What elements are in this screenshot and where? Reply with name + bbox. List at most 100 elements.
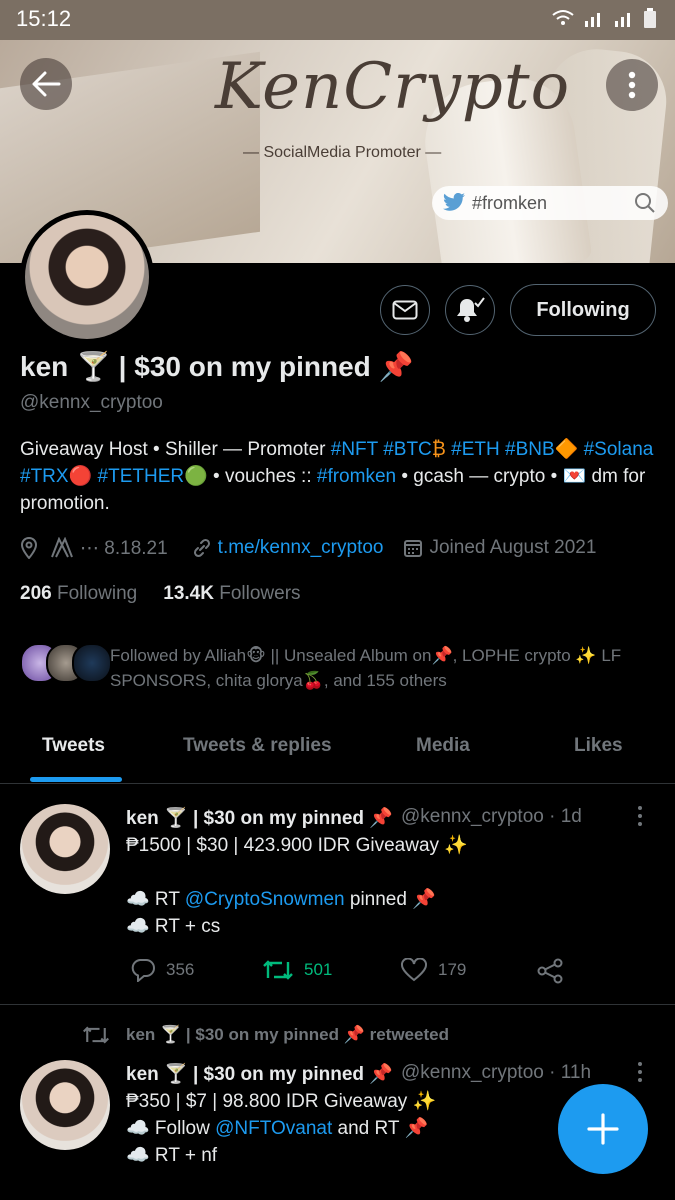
bell-check-icon	[457, 297, 485, 322]
profile-tabs: Tweets Tweets & replies Media Likes	[0, 715, 675, 784]
banner-subtitle: — SocialMedia Promoter —	[243, 144, 442, 161]
signal-icon-2	[615, 13, 630, 27]
reply-button[interactable]: 356	[130, 958, 194, 982]
follow-counts: 206 Following 13.4K Followers	[20, 583, 301, 605]
tweet-avatar[interactable]	[20, 1060, 110, 1150]
dm-emoji: 💌	[562, 466, 587, 487]
avatar-photo	[25, 215, 149, 339]
retweeted-by-text[interactable]: ken 🍸 | $30 on my pinned 📌 retweeted	[126, 1025, 449, 1045]
following-label: Following	[56, 583, 138, 604]
tweet-avatar[interactable]	[20, 804, 110, 894]
search-icon	[635, 193, 655, 213]
bio-text: Giveaway Host • Shiller — Promoter	[20, 439, 331, 460]
profile-bio: Giveaway Host • Shiller — Promoter #NFT …	[20, 436, 660, 517]
tweet-more-button[interactable]	[638, 1062, 642, 1082]
tweet-line: ₱350 | $7 | 98.800 IDR Giveaway ✨	[126, 1091, 437, 1112]
tweet-header: ken 🍸 | $30 on my pinned 📌 @kennx_crypto…	[126, 806, 646, 830]
active-tab-indicator	[30, 777, 122, 782]
location-text: ⋯ 8.18.21	[80, 537, 168, 559]
followed-by-avatars[interactable]	[20, 643, 112, 683]
tweet-line: ☁️ RT + cs	[126, 916, 221, 937]
banner-search-tag: #fromken	[472, 192, 548, 213]
profile-meta: ⋯ 8.18.21 t.me/kennx_cryptoo Joined Augu…	[20, 535, 596, 561]
more-options-button[interactable]	[606, 59, 658, 111]
following-count-link[interactable]: 206 Following	[20, 583, 137, 605]
tweet-line: ₱1500 | $30 | 423.900 IDR Giveaway ✨	[126, 835, 468, 856]
profile-handle: @kennx_cryptoo	[20, 392, 163, 413]
hashtag-solana[interactable]: #Solana	[584, 439, 654, 460]
trx-emoji: 🔴	[68, 466, 93, 487]
hashtag-fromken[interactable]: #fromken	[317, 466, 396, 487]
twitter-bird-icon	[443, 193, 465, 211]
reply-icon	[131, 959, 155, 982]
battery-icon	[644, 8, 656, 28]
tweet-header: ken 🍸 | $30 on my pinned 📌 @kennx_crypto…	[126, 1062, 616, 1086]
link-icon	[193, 538, 210, 558]
joined-date: Joined August 2021	[429, 537, 597, 558]
tab-media[interactable]: Media	[416, 735, 470, 757]
banner-search-pill: #fromken	[432, 186, 668, 220]
signal-icon	[585, 13, 600, 27]
tweet-more-button[interactable]	[638, 806, 642, 826]
tether-emoji: 🟢	[184, 466, 208, 487]
compose-tweet-button[interactable]	[558, 1084, 648, 1174]
hashtag-bnb[interactable]: #BNB	[505, 439, 555, 460]
retweet-count: 501	[304, 960, 333, 979]
vertical-dots-icon	[628, 71, 636, 99]
back-button[interactable]	[20, 58, 72, 110]
tab-tweets[interactable]: Tweets	[42, 735, 105, 757]
btc-emoji: ₿	[431, 439, 446, 460]
hashtag-tether[interactable]: #TETHER	[98, 466, 185, 487]
profile-display-name: ken 🍸 | $30 on my pinned 📌	[20, 351, 414, 382]
profile-avatar[interactable]	[20, 210, 154, 344]
retweeted-by-row: ken 🍸 | $30 on my pinned 📌 retweeted	[82, 1024, 449, 1046]
profile-link[interactable]: t.me/kennx_cryptoo	[218, 537, 384, 559]
plus-icon	[587, 1113, 619, 1145]
tweet-line: ☁️ RT @CryptoSnowmen pinned 📌	[126, 889, 436, 910]
tweet-author-name[interactable]: ken 🍸 | $30 on my pinned 📌	[126, 806, 393, 830]
retweet-icon	[263, 960, 293, 980]
hashtag-eth[interactable]: #ETH	[451, 439, 500, 460]
tab-likes[interactable]: Likes	[574, 735, 623, 757]
tweet-line: ☁️ RT + nf	[126, 1145, 218, 1166]
followers-count: 13.4K	[163, 583, 214, 604]
like-count: 179	[438, 960, 467, 979]
reply-count: 356	[166, 960, 195, 979]
tweet-handle-time: @kennx_cryptoo · 11h	[400, 1062, 592, 1083]
tab-tweets-replies[interactable]: Tweets & replies	[183, 735, 332, 757]
retweet-button[interactable]: 501	[262, 958, 332, 982]
follower-avatar	[72, 643, 112, 683]
status-icons	[551, 8, 657, 28]
tweet-body: ₱1500 | $30 | 423.900 IDR Giveaway ✨ ☁️ …	[126, 832, 646, 940]
tweet-author-name[interactable]: ken 🍸 | $30 on my pinned 📌	[126, 1062, 393, 1086]
following-count: 206	[20, 583, 52, 604]
tweet-line: ☁️ Follow @NFTOvanat and RT 📌	[126, 1118, 429, 1139]
retweet-icon	[83, 1026, 109, 1044]
following-button[interactable]: Following	[510, 284, 656, 336]
like-button[interactable]: 179	[400, 958, 466, 982]
status-clock: 15:12	[16, 6, 72, 31]
mention-link[interactable]: @CryptoSnowmen	[185, 889, 345, 910]
tweet-handle-time: @kennx_cryptoo · 1d	[400, 806, 582, 827]
bio-text-3: • gcash — crypto •	[396, 466, 563, 487]
tweet-divider	[0, 1004, 675, 1005]
mail-icon	[392, 300, 418, 320]
mountain-logo-icon	[51, 537, 73, 558]
heart-icon	[401, 958, 427, 982]
location-pin-icon	[20, 537, 38, 559]
followers-label: Followers	[219, 583, 301, 604]
share-button[interactable]	[536, 958, 564, 984]
calendar-icon	[404, 540, 423, 557]
followed-by-text[interactable]: Followed by Alliah🐵 || Unsealed Album on…	[110, 643, 660, 693]
hashtag-trx[interactable]: #TRX	[20, 466, 69, 487]
followers-count-link[interactable]: 13.4K Followers	[163, 583, 300, 605]
wifi-icon	[552, 10, 574, 25]
tweet-body: ₱350 | $7 | 98.800 IDR Giveaway ✨ ☁️ Fol…	[126, 1088, 566, 1169]
message-button[interactable]	[380, 285, 430, 335]
hashtag-btc[interactable]: #BTC	[383, 439, 432, 460]
hashtag-nft[interactable]: #NFT	[331, 439, 378, 460]
bio-text-2: • vouches ::	[207, 466, 317, 487]
arrow-left-icon	[32, 71, 61, 97]
mention-link[interactable]: @NFTOvanat	[215, 1118, 332, 1139]
notifications-button[interactable]	[445, 285, 495, 335]
